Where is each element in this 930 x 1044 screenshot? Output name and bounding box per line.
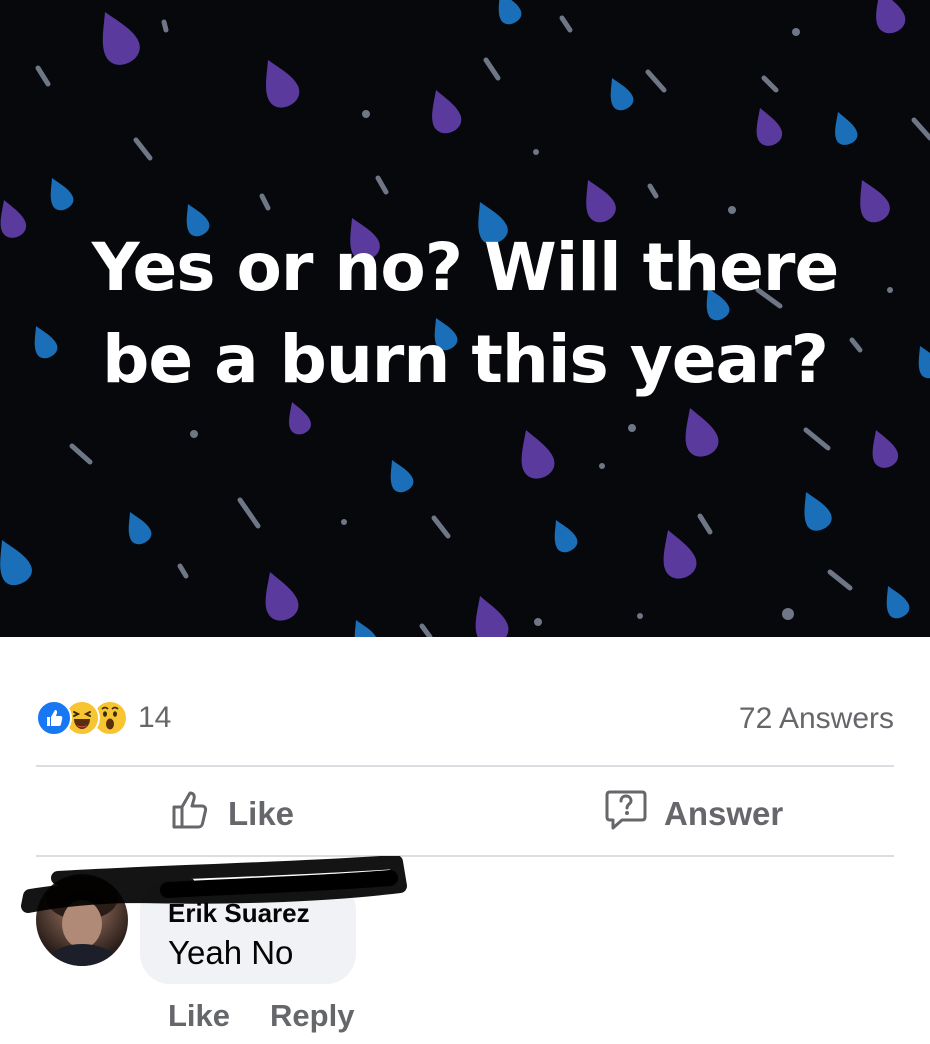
like-button-label: Like xyxy=(228,795,295,832)
reaction-stats-bar: 14 72 Answers xyxy=(36,690,894,748)
answer-button-label: Answer xyxy=(664,795,784,832)
reaction-count: 14 xyxy=(138,701,172,734)
comment-actions: Like Reply xyxy=(168,998,354,1034)
answers-count-link[interactable]: 72 Answers xyxy=(739,702,894,736)
comment-text: Yeah No xyxy=(168,934,294,971)
comment-reply-button[interactable]: Reply xyxy=(270,998,354,1034)
post-background-image[interactable]: Yes or no? Will there be a burn this yea… xyxy=(0,0,930,637)
question-bubble-icon xyxy=(604,788,648,840)
post-question-text: Yes or no? Will there be a burn this yea… xyxy=(91,229,839,398)
redaction-scribble xyxy=(21,856,407,913)
like-icon xyxy=(36,700,72,736)
comment-like-button[interactable]: Like xyxy=(168,998,230,1034)
like-button[interactable]: Like xyxy=(170,786,294,842)
thumbs-up-outline-icon xyxy=(170,789,212,839)
reactions-summary[interactable]: 14 xyxy=(36,698,171,738)
divider xyxy=(36,765,894,767)
comment: Erik Suarez Yeah No Like Reply xyxy=(21,856,894,1044)
answer-button[interactable]: Answer xyxy=(604,786,783,842)
